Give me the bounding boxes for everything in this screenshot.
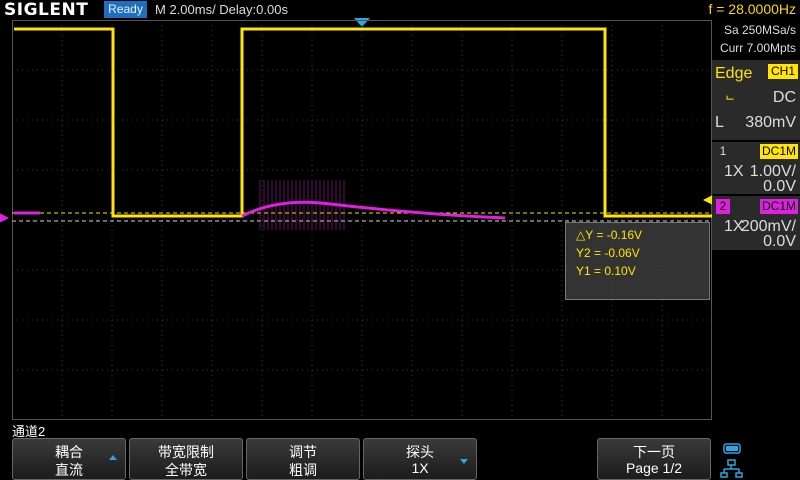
softkey-label: 调节 [289, 444, 317, 460]
coupling-button[interactable]: 耦合 直流 [12, 438, 126, 480]
softkey-value: 粗调 [289, 462, 317, 478]
softkey-label: 带宽限制 [158, 444, 214, 460]
ch1-trace [14, 27, 712, 218]
cursor-measurement-box: △Y = -0.16V Y2 = -0.06V Y1 = 0.10V [565, 222, 710, 300]
bandwidth-limit-button[interactable]: 带宽限制 全带宽 [129, 438, 243, 480]
cursor-y2: Y2 = -0.06V [576, 246, 640, 260]
channel2-number: 2 [716, 199, 730, 214]
cursor-delta-y: △Y = -0.16V [576, 228, 643, 242]
memory-depth: Curr 7.00Mpts [719, 41, 796, 55]
probe-button[interactable]: 探头 1X [363, 438, 477, 480]
channel1-coupling-badge: DC1M [759, 144, 798, 159]
arrow-down-icon [460, 459, 468, 464]
softkey-value: 全带宽 [165, 462, 207, 478]
graticule [12, 20, 712, 420]
softkey-value: 直流 [55, 462, 83, 478]
ch1-level-marker-icon [702, 195, 713, 205]
trigger-type: Edge [715, 65, 753, 82]
trigger-source-badge: CH1 [767, 64, 798, 79]
trigger-coupling: DC [772, 89, 796, 106]
channel2-coupling-badge: DC1M [759, 199, 798, 214]
trigger-panel[interactable]: Edge CH1 ⨽ DC L 380mV [712, 60, 800, 140]
ch2-level-marker-icon [0, 213, 10, 223]
adjust-button[interactable]: 调节 粗调 [246, 438, 360, 480]
channel1-number: 1 [719, 144, 727, 158]
channel2-panel[interactable]: 2 DC1M 1X 200mV/ 0.0V [712, 196, 800, 250]
channel1-panel[interactable]: 1 DC1M 1X 1.00V/ 0.0V [712, 142, 800, 195]
trigger-level: 380mV [745, 114, 796, 131]
channel1-offset: 0.0V [763, 178, 796, 195]
channel1-probe: 1X [724, 163, 744, 180]
softkey-label: 下一页 [633, 444, 675, 460]
trigger-level-label: L [715, 114, 724, 131]
arrow-up-icon [109, 455, 117, 460]
channel2-offset: 0.0V [763, 233, 796, 250]
sample-rate: Sa 250MSa/s [723, 23, 796, 37]
cursor-y1: Y1 = 0.10V [576, 264, 636, 278]
softkey-value: Page 1/2 [625, 460, 683, 476]
acquisition-panel[interactable]: Sa 250MSa/s Curr 7.00Mpts [714, 20, 800, 60]
rising-edge-icon: ⨽ [726, 87, 735, 103]
next-page-button[interactable]: 下一页 Page 1/2 [597, 438, 711, 480]
